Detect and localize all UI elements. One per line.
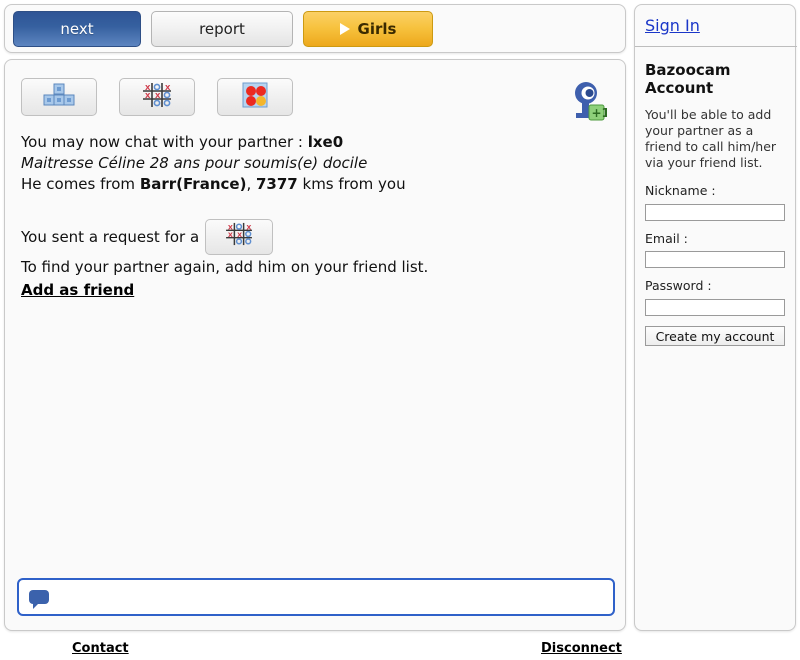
- location-prefix: He comes from: [21, 175, 140, 193]
- game-buttons-row: XX XX: [21, 78, 293, 116]
- password-label: Password :: [645, 278, 712, 293]
- svg-text:X: X: [145, 92, 151, 100]
- create-account-button[interactable]: Create my account: [645, 326, 785, 346]
- account-sidebar: Sign In Bazoocam Account You'll be able …: [634, 4, 797, 631]
- bazoocam-page: next report Girls X X X X +1 You may now…: [0, 0, 800, 660]
- speech-bubble-icon: [29, 590, 49, 609]
- chat-message-area: You may now chat with your partner : lxe…: [21, 132, 609, 301]
- girls-button[interactable]: Girls: [303, 10, 433, 47]
- svg-text:X: X: [228, 231, 233, 239]
- distance-suffix: kms from you: [297, 175, 406, 193]
- partner-announce-prefix: You may now chat with your partner :: [21, 133, 308, 151]
- partner-tagline: Maitresse Céline 28 ans pour soumis(e) d…: [21, 154, 368, 172]
- text-spacer: [21, 195, 609, 217]
- requested-game-icon-button[interactable]: XX XX: [205, 219, 274, 255]
- tictactoe-game-button[interactable]: XX XX: [119, 78, 195, 116]
- email-input[interactable]: [645, 251, 785, 268]
- add-as-friend-link[interactable]: Add as friend: [21, 280, 134, 301]
- find-partner-again-text: To find your partner again, add him on y…: [21, 258, 429, 276]
- partner-location-line: He comes from Barr(France), 7377 kms fro…: [21, 174, 609, 195]
- partner-name: lxe0: [307, 133, 344, 151]
- game-request-text: You sent a request for a: [21, 227, 200, 246]
- play-triangle-icon: [339, 22, 350, 35]
- account-title: Bazoocam Account: [645, 61, 731, 97]
- connect-four-icon: [240, 82, 270, 112]
- email-label: Email :: [645, 230, 688, 246]
- top-toolbar: next report Girls: [4, 4, 626, 53]
- report-button[interactable]: report: [151, 10, 293, 47]
- signin-bar: Sign In: [635, 5, 797, 47]
- tic-tac-toe-icon: XX XX: [142, 82, 172, 112]
- account-description: You'll be able to add your partner as a …: [645, 107, 777, 170]
- svg-text:X: X: [155, 92, 161, 100]
- sign-in-link[interactable]: Sign In: [645, 16, 700, 35]
- svg-text:X: X: [145, 84, 151, 92]
- chat-panel: XX XX +1 You may now chat with your part…: [4, 59, 626, 631]
- tetris-game-button[interactable]: [21, 78, 97, 116]
- partner-location: Barr(France): [139, 175, 247, 193]
- tic-tac-toe-icon: XX XX: [225, 222, 253, 252]
- svg-text:X: X: [237, 231, 242, 239]
- girls-button-label: Girls: [357, 19, 397, 38]
- chat-input[interactable]: [49, 584, 613, 610]
- svg-text:X: X: [247, 223, 252, 231]
- disconnect-link[interactable]: Disconnect: [541, 641, 622, 656]
- account-form: Bazoocam Account You'll be able to add y…: [645, 61, 785, 346]
- webcam-badge-label: +1: [592, 106, 608, 120]
- password-input[interactable]: [645, 298, 785, 316]
- contact-link[interactable]: Contact: [72, 641, 129, 656]
- next-button[interactable]: next: [13, 10, 141, 47]
- nickname-label: Nickname :: [645, 183, 716, 198]
- location-separator: ,: [246, 175, 256, 193]
- svg-text:X: X: [165, 84, 171, 92]
- game-request-line: You sent a request for a XX X X: [21, 217, 609, 257]
- partner-distance: 7377: [255, 175, 298, 193]
- nickname-input[interactable]: [645, 203, 785, 221]
- chat-input-container[interactable]: [17, 578, 615, 616]
- partner-announce-line: You may now chat with your partner : lxe…: [21, 132, 609, 153]
- tetris-blocks-icon: [42, 82, 76, 112]
- connectfour-game-button[interactable]: [217, 78, 293, 116]
- webcam-add-icon[interactable]: +1: [567, 80, 610, 122]
